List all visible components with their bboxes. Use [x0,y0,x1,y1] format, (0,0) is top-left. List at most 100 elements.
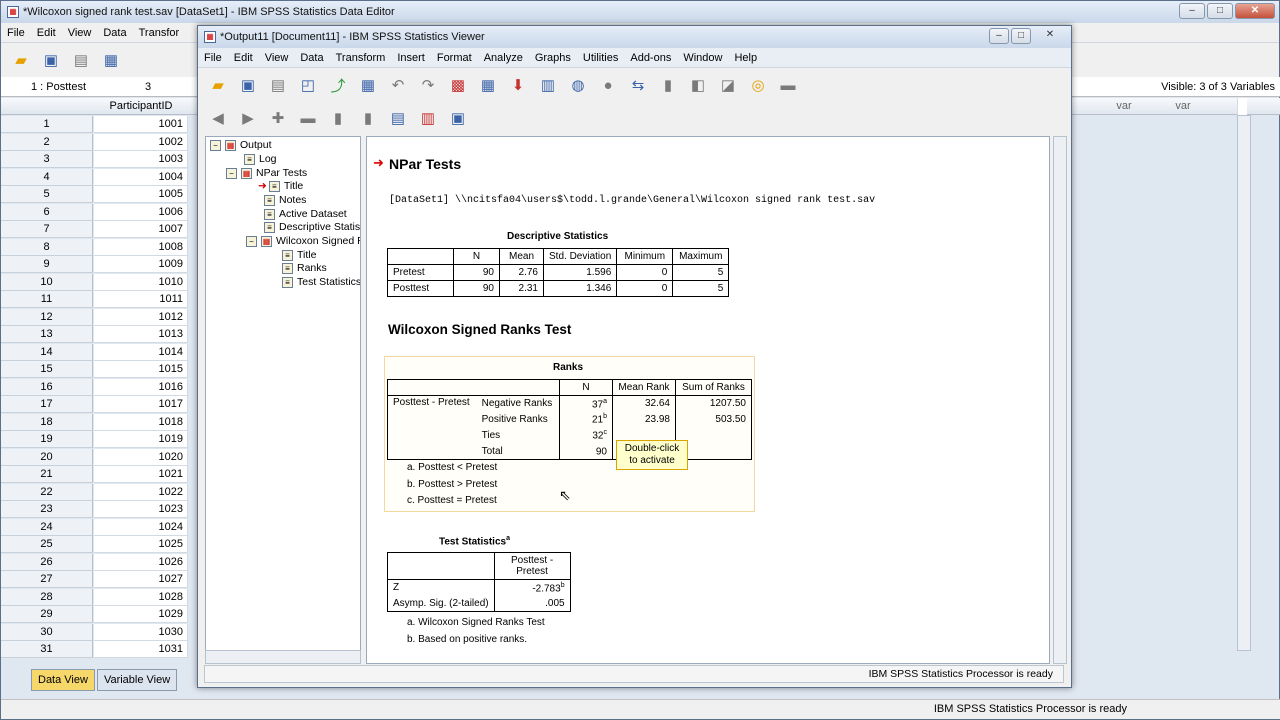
menu-view[interactable]: View [62,27,98,39]
row-number[interactable]: 24 [1,518,93,536]
row-number[interactable]: 19 [1,431,93,448]
row-number[interactable]: 16 [1,378,93,396]
insert-heading-icon[interactable]: ◪ [716,73,740,97]
designate-window-icon[interactable]: ▮ [656,73,680,97]
viewer-titlebar[interactable]: ▦ *Output11 [Document11] - IBM SPSS Stat… [198,26,1071,48]
row-number[interactable]: 6 [1,203,93,221]
cell-participantid[interactable]: 1001 [94,116,188,133]
cell-participantid[interactable]: 1003 [94,151,188,168]
row-number[interactable]: 29 [1,606,93,623]
menu-data[interactable]: Data [97,27,132,39]
row-number[interactable]: 14 [1,343,93,361]
cell-participantid[interactable]: 1010 [94,273,188,291]
tree-item-npar-tests[interactable]: − ▦ NPar Tests [226,167,307,179]
row-number[interactable]: 25 [1,536,93,553]
row-number[interactable]: 27 [1,571,93,588]
script-icon[interactable]: ◎ [746,73,770,97]
row-number[interactable]: 26 [1,553,93,571]
row-number[interactable]: 4 [1,168,93,186]
print-icon[interactable]: ▤ [266,73,290,97]
open-icon[interactable]: ▰ [9,48,33,72]
use-sets-icon[interactable]: ◍ [566,73,590,97]
cell-participantid[interactable]: 1024 [94,518,188,536]
tab-data-view[interactable]: Data View [31,669,95,691]
row-number[interactable]: 28 [1,588,93,606]
row-number[interactable]: 8 [1,238,93,256]
row-number[interactable]: 13 [1,326,93,343]
expand-icon[interactable]: ✚ [266,106,290,130]
cell-participantid[interactable]: 1004 [94,168,188,186]
outline-horizontal-scrollbar[interactable] [205,650,361,664]
viewer-menu-transform[interactable]: Transform [330,52,392,64]
editor-vertical-scrollbar[interactable] [1237,115,1251,651]
row-number[interactable]: 7 [1,221,93,238]
viewer-close-button[interactable]: ✕ [1033,28,1067,44]
show-all-icon[interactable]: ● [596,73,620,97]
cell-participantid[interactable]: 1006 [94,203,188,221]
tab-variable-view[interactable]: Variable View [96,669,178,691]
viewer-menu-file[interactable]: File [198,52,228,64]
cell-participantid[interactable]: 1014 [94,343,188,361]
wilcoxon-heading[interactable]: Wilcoxon Signed Ranks Test [388,322,571,337]
column-header-var[interactable]: var [1096,98,1152,115]
npar-tests-heading[interactable]: NPar Tests [389,156,461,172]
cell-participantid[interactable]: 1013 [94,326,188,343]
open-icon[interactable]: ▰ [206,73,230,97]
column-header-participantid[interactable]: ParticipantID [94,98,188,115]
dialog-recall-icon[interactable]: ▦ [99,48,123,72]
test-statistics-table[interactable]: Posttest - Pretest Z -2.783b Asymp. Sig.… [387,552,571,612]
insert-output-icon[interactable]: ◧ [686,73,710,97]
minimize-button[interactable]: – [1179,3,1205,19]
viewer-menu-utilities[interactable]: Utilities [577,52,624,64]
cell-participantid[interactable]: 1025 [94,536,188,553]
close-button[interactable]: ✕ [1235,3,1275,19]
row-number[interactable]: 23 [1,501,93,518]
insert-title-icon[interactable]: ▥ [416,106,440,130]
viewer-menu-window[interactable]: Window [677,52,728,64]
dataset-path[interactable]: [DataSet1] \\ncitsfa04\users$\todd.l.gra… [389,195,875,206]
cell-participantid[interactable]: 1030 [94,623,188,641]
undo-icon[interactable]: ↶ [386,73,410,97]
tree-item-active-dataset[interactable]: ≡ Active Dataset [264,208,347,220]
menu-file[interactable]: File [1,27,31,39]
cell-participantid[interactable]: 1011 [94,291,188,308]
cell-participantid[interactable]: 1008 [94,238,188,256]
hide-icon[interactable]: ▮ [356,106,380,130]
menu-edit[interactable]: Edit [31,27,62,39]
viewer-menu-graphs[interactable]: Graphs [529,52,577,64]
row-number[interactable]: 20 [1,448,93,466]
viewer-menu-help[interactable]: Help [728,52,763,64]
viewer-maximize-button[interactable]: □ [1011,28,1031,44]
insert-text-icon[interactable]: ▣ [446,106,470,130]
show-icon[interactable]: ▮ [326,106,350,130]
tree-item-title[interactable]: ➜ ≡ Title [258,180,303,192]
cell-participantid[interactable]: 1018 [94,413,188,431]
print-icon[interactable]: ▤ [69,48,93,72]
tree-item-wilcoxon[interactable]: − ▦ Wilcoxon Signed R [246,235,360,247]
dialog-recall-icon[interactable]: ▦ [356,73,380,97]
split-file-icon[interactable]: ⇆ [626,73,650,97]
tree-item-test-statistics[interactable]: ≡ Test Statistics [282,276,360,288]
viewer-minimize-button[interactable]: – [989,28,1009,44]
row-number[interactable]: 21 [1,466,93,483]
row-number[interactable]: 11 [1,291,93,308]
row-number[interactable]: 1 [1,116,93,133]
row-number[interactable]: 18 [1,413,93,431]
content-vertical-scrollbar[interactable] [1053,136,1067,664]
cell-participantid[interactable]: 1002 [94,133,188,151]
viewer-menu-format[interactable]: Format [431,52,478,64]
row-number[interactable]: 5 [1,186,93,203]
cell-participantid[interactable]: 1015 [94,361,188,378]
viewer-menu-addons[interactable]: Add-ons [624,52,677,64]
viewer-menu-view[interactable]: View [259,52,295,64]
row-number[interactable]: 22 [1,483,93,501]
cell-participantid[interactable]: 1029 [94,606,188,623]
save-icon[interactable]: ▣ [39,48,63,72]
column-header-var[interactable]: var [1155,98,1211,115]
viewer-menu-edit[interactable]: Edit [228,52,259,64]
cell-participantid[interactable]: 1019 [94,431,188,448]
tree-item-notes[interactable]: ≡ Notes [264,194,306,206]
row-number[interactable]: 2 [1,133,93,151]
export-icon[interactable]: ⤴ [326,73,350,97]
descriptive-statistics-table[interactable]: N Mean Std. Deviation Minimum Maximum Pr… [387,248,730,297]
